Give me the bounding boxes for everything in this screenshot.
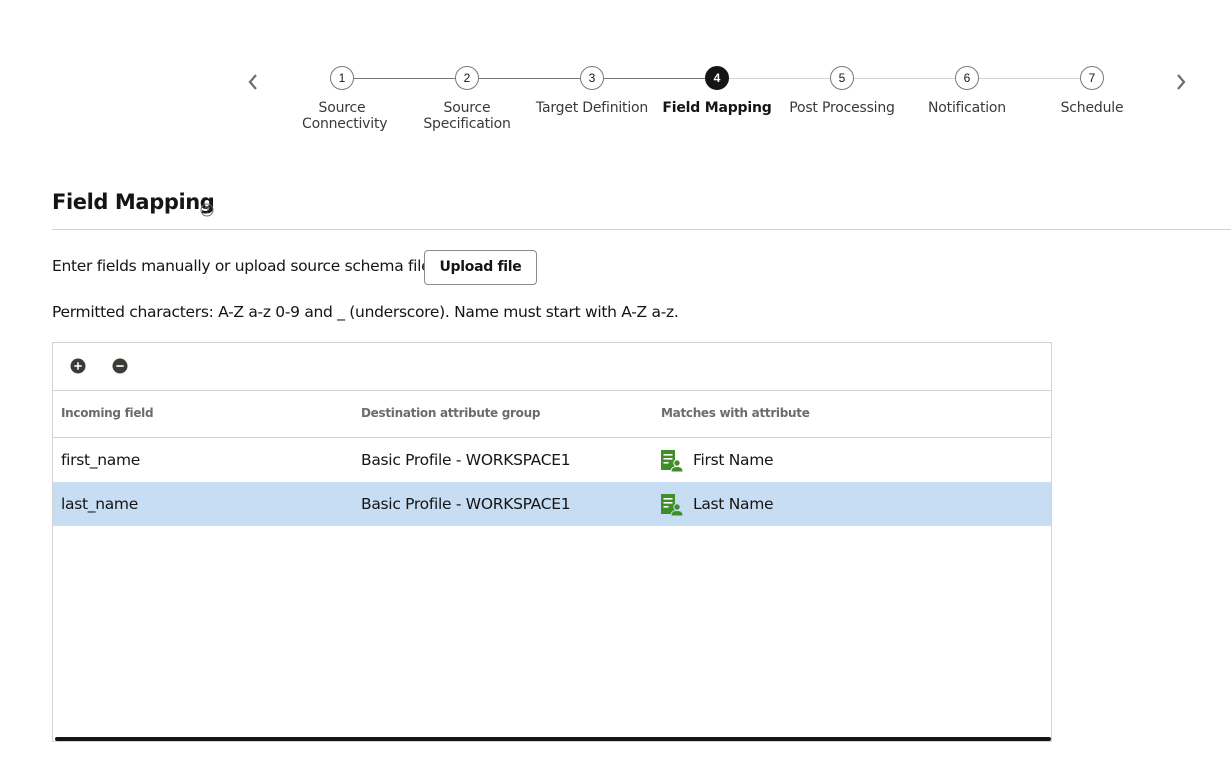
plus-circle-icon[interactable] — [70, 358, 86, 374]
train-step-3[interactable]: 3 Target Definition — [532, 66, 652, 116]
table-header: Incoming field Destination attribute gro… — [53, 391, 1051, 438]
destination-group-cell: Basic Profile - WORKSPACE1 — [361, 451, 571, 469]
step-number: 6 — [955, 66, 979, 90]
train-step-1[interactable]: 1 Source Connectivity — [282, 66, 402, 132]
section-divider — [52, 229, 1231, 230]
step-label: Field Mapping — [662, 100, 772, 116]
incoming-field-cell: first_name — [61, 451, 140, 469]
step-number: 1 — [330, 66, 354, 90]
step-label: Schedule — [1060, 100, 1124, 116]
train-step-4[interactable]: 4 Field Mapping — [657, 66, 777, 116]
step-label: Source Connectivity — [302, 100, 388, 132]
column-header-destination-group[interactable]: Destination attribute group — [361, 406, 540, 420]
train-step-6[interactable]: 6 Notification — [907, 66, 1027, 116]
step-number: 5 — [830, 66, 854, 90]
minus-circle-icon[interactable] — [112, 358, 128, 374]
next-step-button[interactable] — [1166, 64, 1196, 100]
table-toolbar — [53, 343, 1051, 391]
field-mapping-table: Incoming field Destination attribute gro… — [52, 342, 1052, 742]
train-step-5[interactable]: 5 Post Processing — [782, 66, 902, 116]
permitted-characters-text: Permitted characters: A-Z a-z 0-9 and _ … — [52, 303, 679, 321]
matches-attribute-cell: Last Name — [693, 495, 774, 513]
incoming-field-cell: last_name — [61, 495, 138, 513]
step-number: 4 — [705, 66, 729, 90]
train-step-7[interactable]: 7 Schedule — [1032, 66, 1152, 116]
wizard-train: 1 Source Connectivity 2 Source Specifica… — [0, 0, 1231, 150]
chevron-left-icon — [248, 74, 257, 90]
profile-attribute-icon — [661, 450, 683, 472]
step-number: 7 — [1080, 66, 1104, 90]
destination-group-cell: Basic Profile - WORKSPACE1 — [361, 495, 571, 513]
step-label: Source Specification — [423, 100, 511, 132]
step-number: 3 — [580, 66, 604, 90]
train-step-2[interactable]: 2 Source Specification — [407, 66, 527, 132]
horizontal-scrollbar[interactable] — [55, 737, 1051, 741]
table-row-selected[interactable]: last_name Basic Profile - WORKSPACE1 Las… — [53, 482, 1051, 526]
step-label: Notification — [928, 100, 1006, 116]
profile-attribute-icon — [661, 494, 683, 516]
help-circle-icon[interactable] — [200, 203, 214, 217]
table-row[interactable]: first_name Basic Profile - WORKSPACE1 Fi… — [53, 438, 1051, 482]
upload-instruction: Enter fields manually or upload source s… — [52, 257, 431, 275]
chevron-right-icon — [1177, 74, 1186, 90]
upload-file-button[interactable]: Upload file — [424, 250, 537, 285]
page-title: Field Mapping — [52, 190, 215, 214]
step-label: Target Definition — [535, 100, 649, 116]
step-label: Post Processing — [789, 100, 895, 116]
step-number: 2 — [455, 66, 479, 90]
previous-step-button[interactable] — [238, 64, 268, 100]
matches-attribute-cell: First Name — [693, 451, 774, 469]
column-header-incoming-field[interactable]: Incoming field — [61, 406, 154, 420]
column-header-matches-attribute[interactable]: Matches with attribute — [661, 406, 810, 420]
